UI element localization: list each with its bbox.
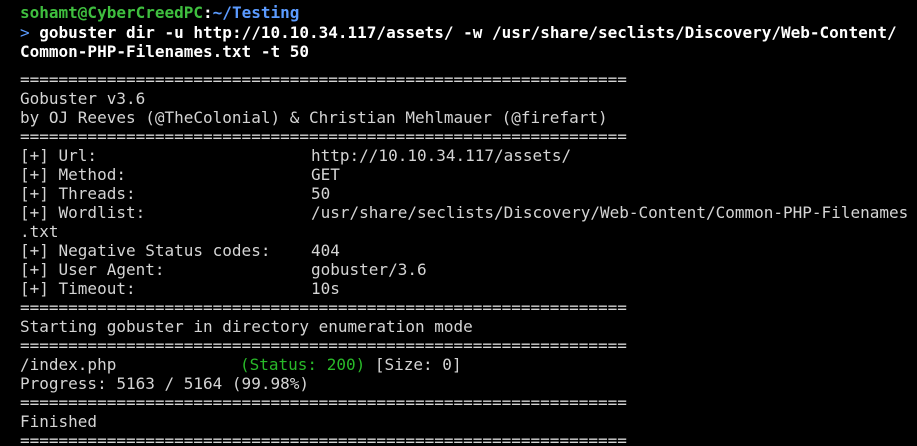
prompt-user-host: sohamt@CyberCreedPC [20,3,204,22]
terminal-window[interactable]: sohamt@CyberCreedPC:~/Testing > gobuster… [0,0,917,446]
prompt-line: sohamt@CyberCreedPC:~/Testing [20,3,299,23]
command-line-1: > gobuster dir -u http://10.10.34.117/as… [20,23,897,43]
separator: ========================================… [20,127,627,146]
prompt-path: ~/Testing [212,3,300,22]
finished-line: Finished [20,412,98,431]
config-row-threads: [+] Threads: 50 [20,184,330,204]
config-label: [+] Method: [20,165,126,184]
config-row-timeout: [+] Timeout: 10s [20,279,340,299]
config-value: gobuster/3.6 [311,260,427,279]
config-value: 404 [311,241,340,260]
progress-line: Progress: 5163 / 5164 (99.98%) [20,374,309,393]
config-row-method: [+] Method: GET [20,165,340,185]
result-row: /index.php (Status: 200) [Size: 0] [20,355,462,375]
banner-version: Gobuster v3.6 [20,89,146,108]
separator: ========================================… [20,298,627,317]
config-label: [+] Threads: [20,184,136,203]
separator: ========================================… [20,431,627,446]
prompt-colon: : [203,3,213,22]
prompt-arrow-icon: > [20,23,30,42]
config-label: [+] User Agent: [20,260,165,279]
config-value: 50 [311,184,331,203]
config-label: [+] Negative Status codes: [20,241,271,260]
config-value: http://10.10.34.117/assets/ [311,146,572,165]
config-label: .txt [20,222,59,241]
config-label: [+] Timeout: [20,279,136,298]
result-status: (Status: 200) [240,355,366,374]
config-row-negative-status: [+] Negative Status codes: 404 [20,241,340,261]
banner-authors: by OJ Reeves (@TheColonial) & Christian … [20,108,608,127]
config-row-url: [+] Url: http://10.10.34.117/assets/ [20,146,571,166]
config-value: /usr/share/seclists/Discovery/Web-Conten… [311,203,909,222]
result-path: /index.php [20,355,117,374]
separator: ========================================… [20,336,627,355]
config-label: [+] Wordlist: [20,203,146,222]
command-text-1: gobuster dir -u http://10.10.34.117/asse… [39,23,897,42]
config-row-user-agent: [+] User Agent: gobuster/3.6 [20,260,427,280]
result-size: [Size: 0] [374,355,462,374]
config-value: GET [311,165,340,184]
command-line-2: Common-PHP-Filenames.txt -t 50 [20,42,309,61]
config-value: 10s [311,279,340,298]
mode-line: Starting gobuster in directory enumerati… [20,317,473,336]
separator: ========================================… [20,70,627,89]
config-label: [+] Url: [20,146,98,165]
config-row-wordlist-wrap: .txt [20,222,59,242]
separator: ========================================… [20,393,627,412]
config-row-wordlist: [+] Wordlist: /usr/share/seclists/Discove… [20,203,908,223]
